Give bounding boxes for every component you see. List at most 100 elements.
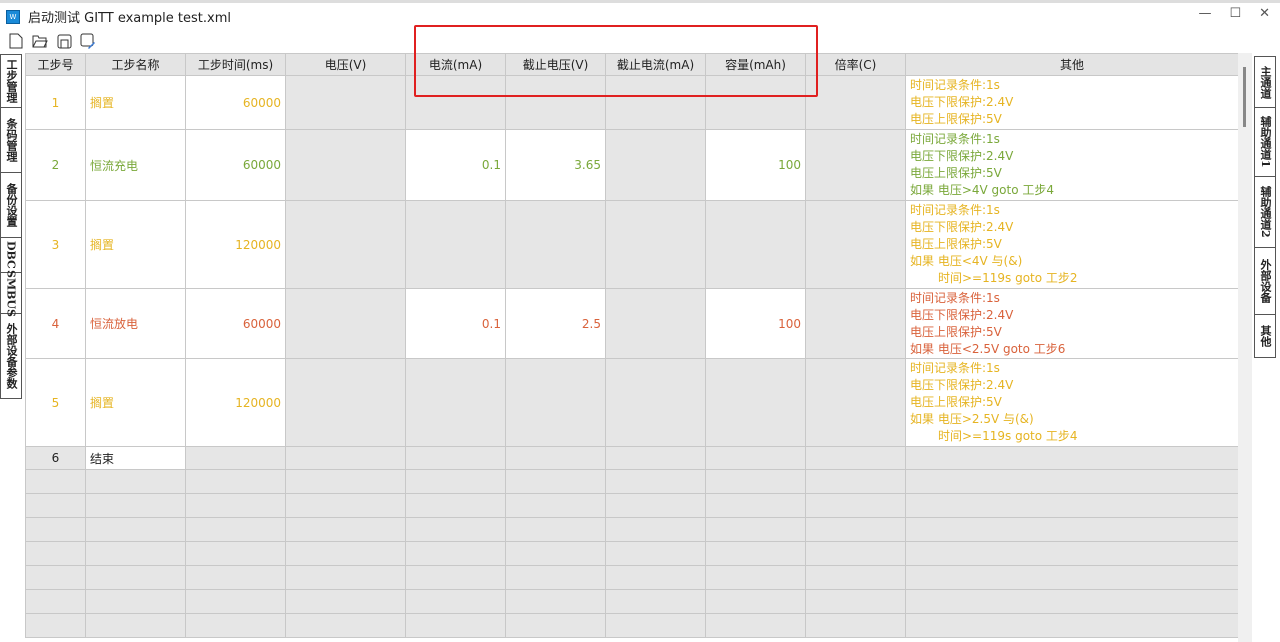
empty-cell[interactable] (705, 493, 806, 518)
cell-other[interactable]: 时间记录条件:1s 电压下限保护:2.4V 电压上限保护:5V 如果 电压<2.5V … (905, 288, 1239, 359)
column-header[interactable]: 工步名称 (85, 53, 186, 76)
empty-cell[interactable] (805, 517, 906, 542)
vertical-scrollbar[interactable] (1238, 53, 1252, 642)
empty-cell[interactable] (25, 613, 86, 638)
left-tab-5[interactable]: 外部设备参数 (0, 313, 22, 399)
empty-cell[interactable] (705, 541, 806, 566)
minimize-button[interactable]: — (1198, 6, 1211, 21)
save-icon[interactable] (56, 33, 72, 49)
empty-cell[interactable] (85, 517, 186, 542)
cell-time[interactable]: 60000 (185, 75, 286, 130)
empty-cell[interactable] (185, 541, 286, 566)
right-tab-1[interactable]: 辅助通道1 (1254, 107, 1276, 177)
cell-name[interactable]: 搁置 (85, 358, 186, 447)
cell-name[interactable]: 搁置 (85, 75, 186, 130)
cell-voltage[interactable] (285, 446, 406, 470)
cell-time[interactable]: 120000 (185, 200, 286, 289)
empty-cell[interactable] (905, 589, 1239, 614)
cell-rate[interactable] (805, 446, 906, 470)
cell-cutoff_v[interactable] (505, 358, 606, 447)
cell-no[interactable]: 1 (25, 75, 86, 130)
cell-no[interactable]: 2 (25, 129, 86, 201)
empty-row[interactable] (25, 517, 1239, 542)
cell-capacity[interactable]: 100 (705, 129, 806, 201)
empty-cell[interactable] (285, 589, 406, 614)
cell-rate[interactable] (805, 288, 906, 359)
right-tab-3[interactable]: 外部设备 (1254, 247, 1276, 315)
empty-cell[interactable] (605, 469, 706, 494)
cell-other[interactable]: 时间记录条件:1s 电压下限保护:2.4V 电压上限保护:5V 如果 电压>4V go… (905, 129, 1239, 201)
empty-cell[interactable] (85, 493, 186, 518)
save-as-icon[interactable] (80, 33, 96, 49)
cell-other[interactable]: 时间记录条件:1s 电压下限保护:2.4V 电压上限保护:5V 如果 电压<4V 与(… (905, 200, 1239, 289)
empty-cell[interactable] (25, 589, 86, 614)
cell-cutoff_i[interactable] (605, 200, 706, 289)
empty-cell[interactable] (505, 565, 606, 590)
cell-no[interactable]: 3 (25, 200, 86, 289)
empty-cell[interactable] (25, 541, 86, 566)
empty-cell[interactable] (605, 517, 706, 542)
column-header[interactable]: 倍率(C) (805, 53, 906, 76)
empty-cell[interactable] (285, 613, 406, 638)
empty-cell[interactable] (905, 541, 1239, 566)
empty-cell[interactable] (505, 493, 606, 518)
cell-cutoff_i[interactable] (605, 446, 706, 470)
cell-other[interactable]: 时间记录条件:1s 电压下限保护:2.4V 电压上限保护:5V (905, 75, 1239, 130)
right-tab-2[interactable]: 辅助通道2 (1254, 176, 1276, 248)
empty-cell[interactable] (405, 589, 506, 614)
empty-cell[interactable] (25, 493, 86, 518)
empty-cell[interactable] (185, 613, 286, 638)
empty-cell[interactable] (285, 469, 406, 494)
empty-cell[interactable] (605, 613, 706, 638)
empty-row[interactable] (25, 493, 1239, 518)
empty-cell[interactable] (185, 517, 286, 542)
empty-cell[interactable] (505, 589, 606, 614)
scrollbar-thumb[interactable] (1243, 67, 1246, 127)
cell-current[interactable]: 0.1 (405, 129, 506, 201)
cell-rate[interactable] (805, 200, 906, 289)
cell-cutoff_i[interactable] (605, 358, 706, 447)
cell-capacity[interactable] (705, 358, 806, 447)
cell-time[interactable]: 60000 (185, 288, 286, 359)
empty-cell[interactable] (705, 565, 806, 590)
right-tab-4[interactable]: 其他 (1254, 314, 1276, 358)
empty-cell[interactable] (405, 493, 506, 518)
cell-time[interactable]: 60000 (185, 129, 286, 201)
cell-current[interactable]: 0.1 (405, 288, 506, 359)
column-header[interactable]: 电流(mA) (405, 53, 506, 76)
left-tab-1[interactable]: 条码管理 (0, 107, 22, 173)
cell-voltage[interactable] (285, 288, 406, 359)
empty-row[interactable] (25, 541, 1239, 566)
cell-current[interactable] (405, 446, 506, 470)
cell-name[interactable]: 恒流充电 (85, 129, 186, 201)
cell-name[interactable]: 恒流放电 (85, 288, 186, 359)
empty-cell[interactable] (605, 589, 706, 614)
cell-cutoff_v[interactable] (505, 200, 606, 289)
maximize-button[interactable]: ☐ (1229, 6, 1241, 21)
cell-capacity[interactable] (705, 200, 806, 289)
table-row[interactable]: 4 恒流放电 60000 0.1 2.5 100 时间记录条件:1s 电压下限保护:2.4V 电… (25, 288, 1239, 359)
empty-cell[interactable] (505, 541, 606, 566)
empty-cell[interactable] (405, 613, 506, 638)
empty-cell[interactable] (85, 469, 186, 494)
empty-cell[interactable] (805, 541, 906, 566)
cell-voltage[interactable] (285, 129, 406, 201)
left-tab-0[interactable]: 工步管理 (0, 54, 22, 108)
empty-cell[interactable] (905, 517, 1239, 542)
table-row[interactable]: 5 搁置 120000 时间记录条件:1s 电压下限保护:2.4V 电压上限保护:5V 如果… (25, 358, 1239, 447)
cell-current[interactable] (405, 200, 506, 289)
empty-cell[interactable] (405, 517, 506, 542)
empty-cell[interactable] (505, 469, 606, 494)
empty-row[interactable] (25, 589, 1239, 614)
empty-cell[interactable] (285, 517, 406, 542)
empty-cell[interactable] (25, 469, 86, 494)
empty-cell[interactable] (505, 613, 606, 638)
empty-cell[interactable] (805, 589, 906, 614)
table-row[interactable]: 6 结束 (25, 446, 1239, 470)
empty-cell[interactable] (405, 541, 506, 566)
cell-time[interactable]: 120000 (185, 358, 286, 447)
empty-cell[interactable] (605, 541, 706, 566)
cell-capacity[interactable] (705, 446, 806, 470)
empty-cell[interactable] (85, 613, 186, 638)
empty-cell[interactable] (185, 493, 286, 518)
